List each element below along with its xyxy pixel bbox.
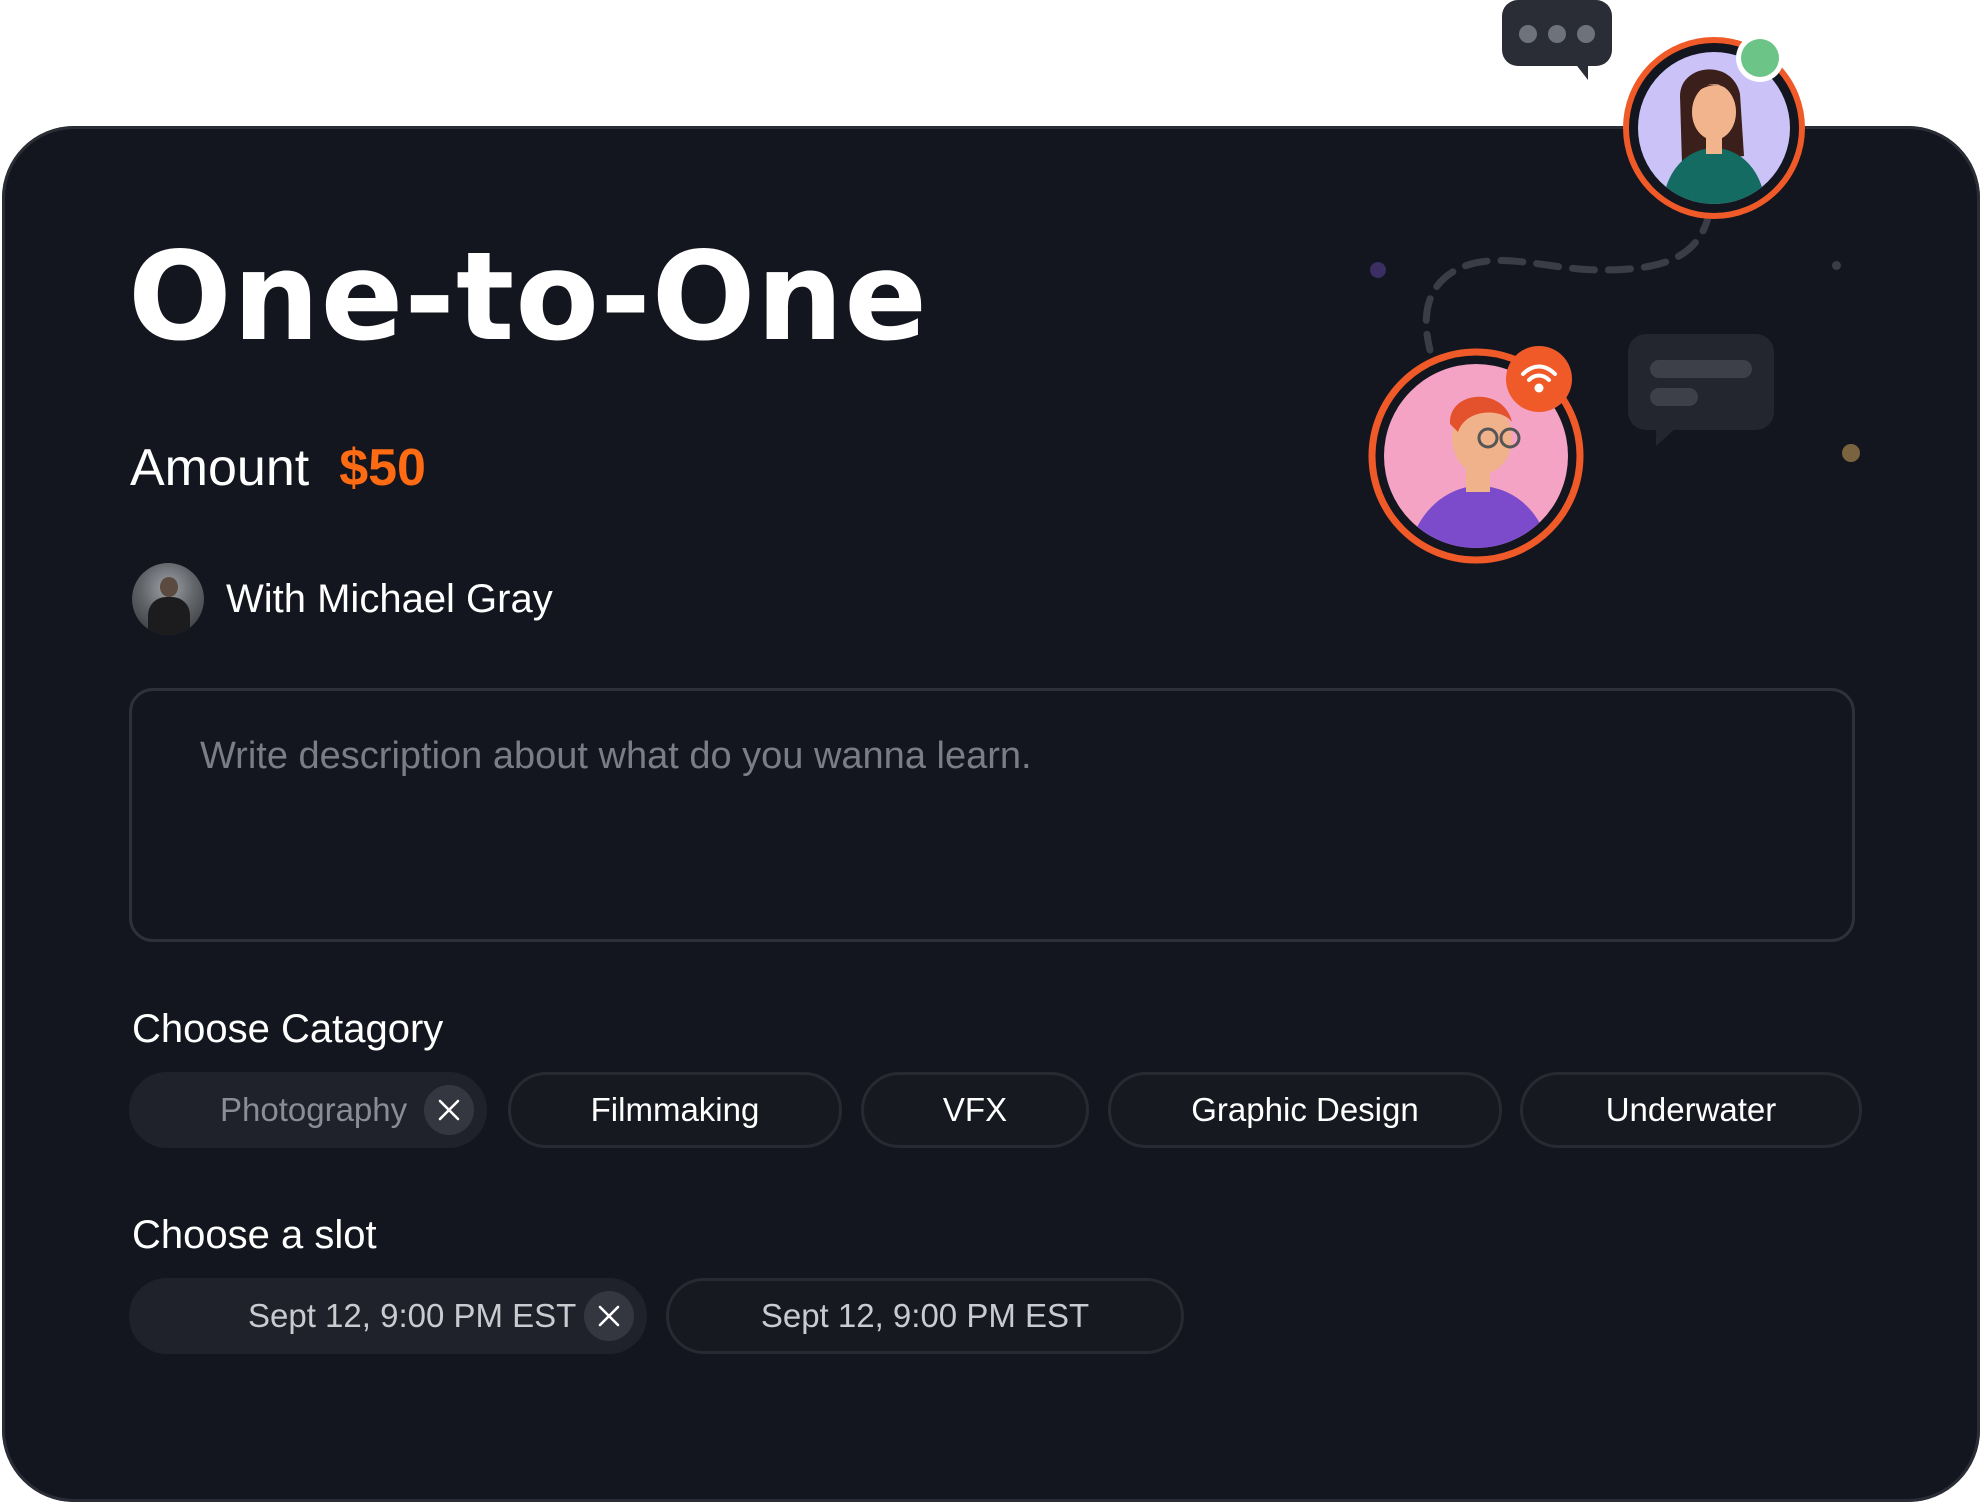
decor-dot: [1370, 262, 1386, 278]
live-badge: [1506, 346, 1572, 412]
participant-avatar-female: [1623, 37, 1805, 219]
mentor-name: With Michael Gray: [226, 576, 553, 621]
category-chip-underwater[interactable]: Underwater: [1520, 1072, 1862, 1148]
decor-dot: [1832, 261, 1841, 270]
amount-label: Amount: [130, 439, 310, 497]
close-icon[interactable]: [584, 1291, 634, 1341]
category-chip-photography[interactable]: Photography: [129, 1072, 487, 1148]
category-chip-vfx[interactable]: VFX: [861, 1072, 1089, 1148]
slot-chip-label: Sept 12, 9:00 PM EST: [760, 1297, 1090, 1334]
category-chip-graphic-design[interactable]: Graphic Design: [1108, 1072, 1502, 1148]
description-input[interactable]: [129, 688, 1855, 942]
wifi-icon: [1521, 364, 1557, 393]
slot-chip-label: Sept 12, 9:00 PM EST: [248, 1297, 577, 1334]
avatar: [132, 563, 204, 635]
slot-heading: Choose a slot: [132, 1213, 377, 1257]
decor-dot: [1842, 444, 1860, 462]
page-title: One-to-One: [128, 226, 929, 368]
category-chip-label: VFX: [942, 1091, 1008, 1128]
slot-chip-selected[interactable]: Sept 12, 9:00 PM EST: [129, 1278, 647, 1354]
mentor-row: With Michael Gray: [132, 563, 553, 635]
chat-bubble-typing-icon: [1502, 0, 1612, 80]
category-chip-label: Photography: [220, 1091, 408, 1128]
category-chip-label: Underwater: [1605, 1091, 1777, 1128]
category-heading: Choose Catagory: [132, 1007, 444, 1051]
online-status-dot: [1741, 39, 1779, 77]
category-chip-label: Filmmaking: [590, 1091, 760, 1128]
amount-value: $50: [339, 439, 426, 497]
category-chip-filmmaking[interactable]: Filmmaking: [508, 1072, 842, 1148]
category-chip-label: Graphic Design: [1191, 1091, 1419, 1128]
chat-bubble-icon: [1628, 334, 1774, 446]
close-icon[interactable]: [424, 1085, 474, 1135]
slot-chip[interactable]: Sept 12, 9:00 PM EST: [666, 1278, 1184, 1354]
page: One-to-One Amount $50 With Michael Gray …: [0, 0, 1983, 1505]
amount-row: Amount $50: [130, 438, 426, 498]
